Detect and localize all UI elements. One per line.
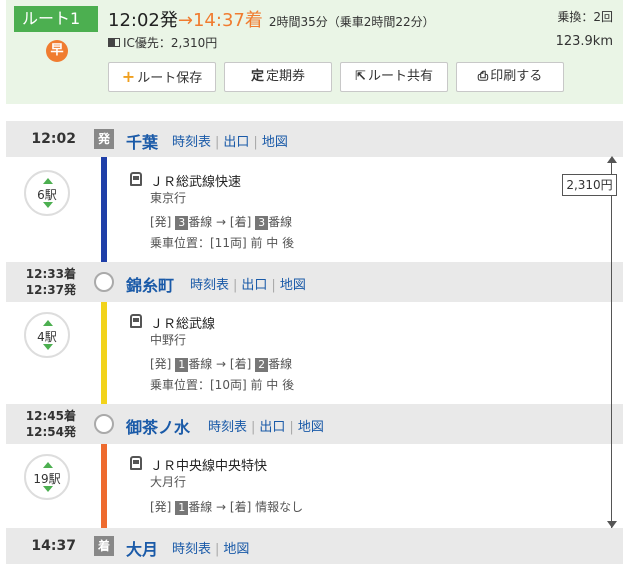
fare-range-line xyxy=(611,160,612,528)
time-summary: 12:02発→14:37着 2時間35分（乗車2時間22分） xyxy=(108,6,435,32)
exit-link[interactable]: 出口 xyxy=(259,420,285,435)
map-link[interactable]: 地図 xyxy=(298,420,324,435)
arrival-time: 12:33着 xyxy=(25,267,76,281)
chevron-down-icon xyxy=(43,486,53,492)
stop-times: 12:45着 12:54発 xyxy=(6,408,76,440)
train-icon xyxy=(130,172,142,186)
train-icon xyxy=(130,456,142,470)
transfer-count: 乗換：2回 xyxy=(557,10,613,24)
map-link[interactable]: 地図 xyxy=(280,278,306,293)
commuter-pass-label: 定期券 xyxy=(266,69,306,84)
depart-time: 12:02発 xyxy=(108,10,178,31)
save-route-button[interactable]: + ルート保存 xyxy=(108,62,216,92)
fast-route-icon: 早 xyxy=(46,40,68,62)
route-summary-header: ルート1 早 12:02発→14:37着 2時間35分（乗車2時間22分） 乗換：… xyxy=(6,0,623,104)
train-destination: 東京行 xyxy=(150,191,187,205)
train-name[interactable]: ＪＲ総武線快速 xyxy=(150,171,241,190)
chevron-up-icon xyxy=(43,462,53,468)
save-route-label: ルート保存 xyxy=(137,71,203,86)
depart-badge: 発 xyxy=(94,129,114,149)
arrival-time: 12:45着 xyxy=(25,409,76,423)
share-route-label: ルート共有 xyxy=(367,69,433,84)
train-icon xyxy=(130,314,142,328)
ic-fare: IC優先：2,310円 xyxy=(108,34,217,51)
platform-number: 3 xyxy=(255,216,269,230)
timetable-link[interactable]: 時刻表 xyxy=(172,542,211,557)
train-destination: 大月行 xyxy=(150,475,187,489)
fare-total: 2,310円 xyxy=(562,174,617,196)
chevron-up-icon xyxy=(43,178,53,184)
departure-time: 12:37発 xyxy=(25,283,76,297)
transfer-circle xyxy=(94,272,114,292)
platform-info: [発] 1 番線 → [着] 情報なし xyxy=(150,500,304,515)
fare-range-up-arrow-icon xyxy=(607,156,617,163)
arrive-time: 14:37着 xyxy=(192,10,263,31)
train-name[interactable]: ＪＲ中央線中央特快 xyxy=(150,455,267,474)
platform-info: [発] 3 番線 → [着] 3 番線 xyxy=(150,215,293,230)
distance: 123.9km xyxy=(555,34,613,49)
timetable-link[interactable]: 時刻表 xyxy=(208,420,247,435)
exit-link[interactable]: 出口 xyxy=(223,135,249,150)
printer-icon: ⎙ xyxy=(477,69,489,84)
platform-number: 3 xyxy=(175,216,189,230)
commuter-pass-button[interactable]: 定定期券 xyxy=(224,62,332,92)
train-destination: 中野行 xyxy=(150,333,187,347)
arrive-badge: 着 xyxy=(94,536,114,556)
arrow-icon: → xyxy=(177,10,193,31)
station-name[interactable]: 千葉 xyxy=(126,129,158,153)
boarding-position: 乗車位置：[10両] 前 中 後 xyxy=(150,378,295,392)
ic-fare-text: IC優先：2,310円 xyxy=(123,36,218,50)
station-name[interactable]: 大月 xyxy=(126,536,158,560)
boarding-position: 乗車位置：[11両] 前 中 後 xyxy=(150,236,295,250)
pass-icon: 定 xyxy=(250,69,264,84)
share-icon: ⇱ xyxy=(355,69,366,84)
timetable-link[interactable]: 時刻表 xyxy=(190,278,229,293)
stop-time: 14:37 xyxy=(31,538,76,554)
station-links: 時刻表 | 出口 | 地図 xyxy=(208,420,324,435)
station-count-toggle[interactable]: 19駅 xyxy=(24,454,70,500)
print-button[interactable]: ⎙ 印刷する xyxy=(456,62,564,92)
station-name[interactable]: 御茶ノ水 xyxy=(126,414,190,438)
station-count: 4駅 xyxy=(37,330,57,344)
exit-link[interactable]: 出口 xyxy=(241,278,267,293)
platform-number: 1 xyxy=(175,358,189,372)
platform-number: 2 xyxy=(255,358,269,372)
station-count-toggle[interactable]: 6駅 xyxy=(24,170,70,216)
station-count: 6駅 xyxy=(37,188,57,202)
stop-time: 12:02 xyxy=(31,131,76,147)
map-link[interactable]: 地図 xyxy=(262,135,288,150)
timetable-link[interactable]: 時刻表 xyxy=(172,135,211,150)
departure-time: 12:54発 xyxy=(25,425,76,439)
stop-times: 12:33着 12:37発 xyxy=(6,266,76,298)
plus-icon: + xyxy=(121,67,136,86)
map-link[interactable]: 地図 xyxy=(223,542,249,557)
station-count: 19駅 xyxy=(33,472,61,486)
platform-number: 1 xyxy=(175,501,189,515)
share-route-button[interactable]: ⇱ ルート共有 xyxy=(340,62,448,92)
route-label[interactable]: ルート1 xyxy=(14,6,98,32)
ic-card-icon xyxy=(108,38,120,47)
chevron-up-icon xyxy=(43,320,53,326)
train-name[interactable]: ＪＲ総武線 xyxy=(150,313,215,332)
chevron-down-icon xyxy=(43,344,53,350)
station-name[interactable]: 錦糸町 xyxy=(126,272,174,296)
print-label: 印刷する xyxy=(490,69,543,84)
duration: 2時間35分（乗車2時間22分） xyxy=(268,15,435,29)
fare-range-down-arrow-icon xyxy=(607,521,617,528)
platform-info: [発] 1 番線 → [着] 2 番線 xyxy=(150,357,293,372)
line-segment-sobu-rapid xyxy=(101,140,107,280)
chevron-down-icon xyxy=(43,202,53,208)
transfer-circle xyxy=(94,414,114,434)
station-links: 時刻表 | 出口 | 地図 xyxy=(172,135,288,150)
station-links: 時刻表 | 出口 | 地図 xyxy=(190,278,306,293)
station-links: 時刻表 | 地図 xyxy=(172,542,250,557)
station-count-toggle[interactable]: 4駅 xyxy=(24,312,70,358)
